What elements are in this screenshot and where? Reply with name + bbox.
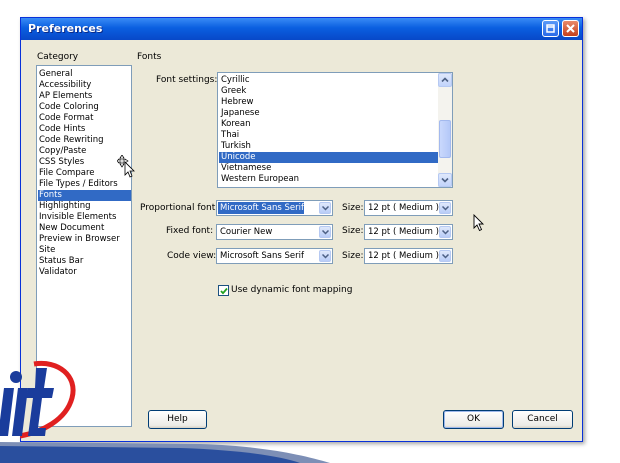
chevron-down-icon [442, 254, 449, 259]
code-view-size-dropdown[interactable] [439, 250, 451, 262]
dynamic-font-mapping-label[interactable]: Use dynamic font mapping [231, 285, 352, 295]
ok-button[interactable]: OK [443, 410, 504, 429]
fixed-font-label: Fixed font: [166, 226, 214, 236]
proportional-size-dropdown[interactable] [439, 202, 451, 214]
decorative-swoosh [0, 442, 330, 463]
help-title-button[interactable] [542, 20, 559, 37]
code-view-size-value: 12 pt ( Medium ) [368, 251, 439, 261]
proportional-font-dropdown[interactable] [319, 202, 331, 214]
code-view-label: Code view: [167, 251, 217, 261]
category-item-invisible-elements[interactable]: Invisible Elements [38, 212, 131, 223]
proportional-size-value: 12 pt ( Medium ) [368, 203, 439, 213]
fixed-size-label: Size: [342, 226, 364, 236]
proportional-size-select[interactable]: 12 pt ( Medium ) [364, 200, 453, 216]
category-item-accessibility[interactable]: Accessibility [38, 80, 131, 91]
proportional-size-label: Size: [342, 203, 364, 213]
scroll-down-button[interactable] [438, 173, 452, 187]
move-cursor-icon [117, 155, 135, 178]
font-item-thai[interactable]: Thai [219, 130, 438, 141]
check-icon [220, 287, 228, 295]
font-item-hebrew[interactable]: Hebrew [219, 97, 438, 108]
panel-title: Fonts [137, 52, 162, 62]
font-settings-list[interactable]: Cyrillic Greek Hebrew Japanese Korean Th… [217, 72, 453, 188]
category-item-code-format[interactable]: Code Format [38, 113, 131, 124]
code-view-size-label: Size: [342, 251, 364, 261]
fixed-font-dropdown[interactable] [319, 226, 331, 238]
cancel-button[interactable]: Cancel [512, 410, 573, 429]
code-view-size-select[interactable]: 12 pt ( Medium ) [364, 248, 453, 264]
chevron-down-icon [322, 230, 329, 235]
preferences-dialog: Preferences Category Fonts General Acces… [20, 17, 583, 442]
font-item-japanese[interactable]: Japanese [219, 108, 438, 119]
close-icon [566, 24, 575, 33]
proportional-font-value: Microsoft Sans Serif [218, 202, 304, 214]
code-view-font-select[interactable]: Microsoft Sans Serif [216, 248, 333, 264]
help-icon [546, 24, 555, 33]
category-item-site[interactable]: Site [38, 245, 131, 256]
category-item-file-types-editors[interactable]: File Types / Editors [38, 179, 131, 190]
proportional-font-label: Proportional font: [140, 203, 219, 213]
fixed-size-value: 12 pt ( Medium ) [368, 227, 439, 237]
scroll-up-button[interactable] [438, 73, 452, 87]
category-item-code-rewriting[interactable]: Code Rewriting [38, 135, 131, 146]
close-button[interactable] [562, 20, 579, 37]
arrow-cursor-icon [473, 214, 485, 232]
font-item-unicode[interactable]: Unicode [219, 152, 438, 163]
category-item-ap-elements[interactable]: AP Elements [38, 91, 131, 102]
font-settings-label: Font settings: [156, 75, 218, 85]
chevron-down-icon [442, 230, 449, 235]
fixed-font-value: Courier New [220, 227, 273, 237]
code-view-font-dropdown[interactable] [319, 250, 331, 262]
font-item-korean[interactable]: Korean [219, 119, 438, 130]
scroll-thumb[interactable] [439, 120, 451, 158]
font-item-cyrillic[interactable]: Cyrillic [219, 75, 438, 86]
category-item-code-coloring[interactable]: Code Coloring [38, 102, 131, 113]
font-item-turkish[interactable]: Turkish [219, 141, 438, 152]
category-item-fonts[interactable]: Fonts [38, 190, 131, 201]
font-item-greek[interactable]: Greek [219, 86, 438, 97]
chevron-down-icon [322, 206, 329, 211]
category-item-status-bar[interactable]: Status Bar [38, 256, 131, 267]
proportional-font-select[interactable]: Microsoft Sans Serif [216, 200, 333, 216]
category-item-code-hints[interactable]: Code Hints [38, 124, 131, 135]
font-item-vietnamese[interactable]: Vietnamese [219, 163, 438, 174]
category-label: Category [37, 52, 79, 62]
window-title: Preferences [28, 22, 103, 35]
chevron-up-icon [441, 77, 449, 83]
font-list-scrollbar[interactable] [438, 73, 452, 187]
category-item-preview-in-browser[interactable]: Preview in Browser [38, 234, 131, 245]
chevron-down-icon [441, 177, 449, 183]
dynamic-font-mapping-checkbox[interactable] [218, 285, 229, 296]
fixed-size-dropdown[interactable] [439, 226, 451, 238]
fixed-size-select[interactable]: 12 pt ( Medium ) [364, 224, 453, 240]
category-item-highlighting[interactable]: Highlighting [38, 201, 131, 212]
code-view-font-value: Microsoft Sans Serif [220, 251, 304, 261]
category-item-new-document[interactable]: New Document [38, 223, 131, 234]
font-item-western-european[interactable]: Western European [219, 174, 438, 185]
chevron-down-icon [322, 254, 329, 259]
title-bar[interactable]: Preferences [21, 18, 582, 40]
chevron-down-icon [442, 206, 449, 211]
category-item-validator[interactable]: Validator [38, 267, 131, 278]
category-item-general[interactable]: General [38, 69, 131, 80]
fixed-font-select[interactable]: Courier New [216, 224, 333, 240]
